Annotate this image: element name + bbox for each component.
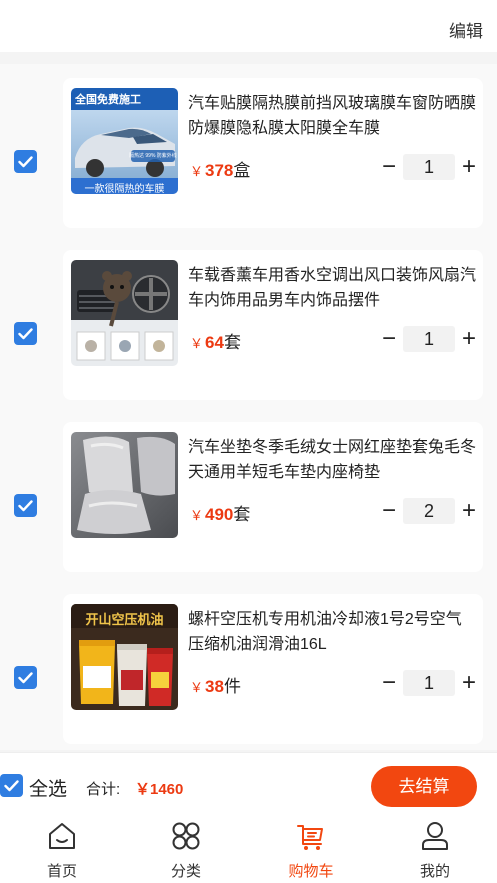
item-checkbox[interactable]: [14, 666, 37, 689]
cart-item: 车载香薰车用香水空调出风口装饰风扇汽车内饰用品男车内饰品摆件 ￥ 64套 − 1 …: [0, 238, 497, 410]
image-caption-text: 一款很隔热的车膜: [84, 184, 165, 194]
cart-icon: [297, 825, 323, 850]
product-price: ￥ 64套: [190, 328, 241, 353]
price-unit: 件: [223, 677, 241, 696]
quantity-value[interactable]: 1: [403, 670, 455, 696]
item-checkbox[interactable]: [14, 150, 37, 173]
category-icon: [172, 822, 200, 850]
decrease-button[interactable]: −: [379, 670, 399, 696]
tab-label: 首页: [46, 863, 77, 880]
price-value: 378: [205, 161, 234, 180]
cart-item: 开山空压机油 螺杆空压机专用机油冷却液1号2号空气压缩机油润滑油16L ￥ 38件…: [0, 582, 497, 750]
user-icon: [422, 822, 448, 850]
increase-button[interactable]: +: [459, 326, 479, 352]
cart-item: 全国免费施工 隔热达 99% 防紫外线 一款很隔热的车膜 汽车贴膜隔热膜前挡风玻…: [0, 66, 497, 238]
tab-label: 我的: [419, 863, 450, 880]
product-card[interactable]: 全国免费施工 隔热达 99% 防紫外线 一款很隔热的车膜 汽车贴膜隔热膜前挡风玻…: [63, 78, 483, 228]
item-checkbox[interactable]: [14, 322, 37, 345]
tab-profile[interactable]: 我的: [373, 818, 497, 883]
currency-symbol: ￥: [190, 508, 204, 523]
product-title[interactable]: 汽车坐垫冬季毛绒女士网红座垫套兔毛冬天通用羊短毛车垫内座椅垫: [188, 435, 476, 485]
decrease-button[interactable]: −: [379, 326, 399, 352]
total-price: ￥1460: [135, 781, 184, 798]
check-icon: [18, 155, 33, 167]
bottom-tab-bar: 首页 分类 购物车 我的: [0, 818, 497, 883]
check-icon: [4, 779, 19, 791]
price-unit: 套: [233, 505, 251, 524]
quantity-stepper: − 1 +: [379, 326, 479, 352]
product-card[interactable]: 汽车坐垫冬季毛绒女士网红座垫套兔毛冬天通用羊短毛车垫内座椅垫 ￥ 490套 − 2…: [63, 422, 483, 572]
increase-button[interactable]: +: [459, 670, 479, 696]
price-unit: 套: [223, 333, 241, 352]
increase-button[interactable]: +: [459, 498, 479, 524]
product-card[interactable]: 开山空压机油 螺杆空压机专用机油冷却液1号2号空气压缩机油润滑油16L ￥ 38件…: [63, 594, 483, 744]
quantity-stepper: − 2 +: [379, 498, 479, 524]
cart-list[interactable]: 全国免费施工 隔热达 99% 防紫外线 一款很隔热的车膜 汽车贴膜隔热膜前挡风玻…: [0, 64, 497, 750]
product-card[interactable]: 车载香薰车用香水空调出风口装饰风扇汽车内饰用品男车内饰品摆件 ￥ 64套 − 1 …: [63, 250, 483, 400]
product-price: ￥ 378盒: [190, 156, 250, 181]
product-image[interactable]: 开山空压机油: [71, 604, 178, 710]
quantity-value[interactable]: 1: [403, 326, 455, 352]
tab-category[interactable]: 分类: [124, 818, 248, 883]
decrease-button[interactable]: −: [379, 498, 399, 524]
check-icon: [18, 327, 33, 339]
quantity-stepper: − 1 +: [379, 670, 479, 696]
tab-home[interactable]: 首页: [0, 818, 124, 883]
tab-label: 购物车: [288, 863, 334, 880]
product-price: ￥ 38件: [190, 672, 241, 697]
product-title[interactable]: 汽车贴膜隔热膜前挡风玻璃膜车窗防晒膜防爆膜隐私膜太阳膜全车膜: [188, 91, 476, 141]
tab-label: 分类: [170, 863, 201, 880]
select-all-checkbox[interactable]: [0, 774, 23, 797]
quantity-value[interactable]: 1: [403, 154, 455, 180]
top-header: 编辑: [0, 0, 497, 52]
product-title[interactable]: 车载香薰车用香水空调出风口装饰风扇汽车内饰用品男车内饰品摆件: [188, 263, 476, 313]
checkout-bar: 全选 合计: ￥1460 去结算: [0, 752, 497, 819]
cart-item: 汽车坐垫冬季毛绒女士网红座垫套兔毛冬天通用羊短毛车垫内座椅垫 ￥ 490套 − 2…: [0, 410, 497, 582]
product-image[interactable]: 全国免费施工 隔热达 99% 防紫外线 一款很隔热的车膜: [71, 88, 178, 194]
product-image[interactable]: [71, 260, 178, 366]
quantity-value[interactable]: 2: [403, 498, 455, 524]
home-icon: [49, 823, 75, 849]
product-title[interactable]: 螺杆空压机专用机油冷却液1号2号空气压缩机油润滑油16L: [188, 607, 476, 657]
image-banner-text: 全国免费施工: [75, 94, 141, 106]
checkout-button[interactable]: 去结算: [371, 766, 477, 807]
quantity-stepper: − 1 +: [379, 154, 479, 180]
check-icon: [18, 499, 33, 511]
total-label: 合计:: [86, 781, 121, 798]
item-checkbox[interactable]: [14, 494, 37, 517]
currency-symbol: ￥: [190, 164, 204, 179]
image-banner-text: 开山空压机油: [85, 612, 164, 627]
currency-symbol: ￥: [190, 336, 204, 351]
tab-cart[interactable]: 购物车: [249, 818, 373, 883]
price-value: 490: [205, 505, 234, 524]
currency-symbol: ￥: [190, 680, 204, 695]
increase-button[interactable]: +: [459, 154, 479, 180]
image-tag-text: 隔热达 99% 防紫外线: [129, 153, 177, 159]
price-value: 38: [205, 677, 224, 696]
product-price: ￥ 490套: [190, 500, 250, 525]
price-value: 64: [205, 333, 224, 352]
check-icon: [18, 671, 33, 683]
price-unit: 盒: [233, 161, 251, 180]
edit-button[interactable]: 编辑: [449, 17, 483, 42]
select-all-label[interactable]: 全选: [29, 774, 67, 801]
product-image[interactable]: [71, 432, 178, 538]
decrease-button[interactable]: −: [379, 154, 399, 180]
